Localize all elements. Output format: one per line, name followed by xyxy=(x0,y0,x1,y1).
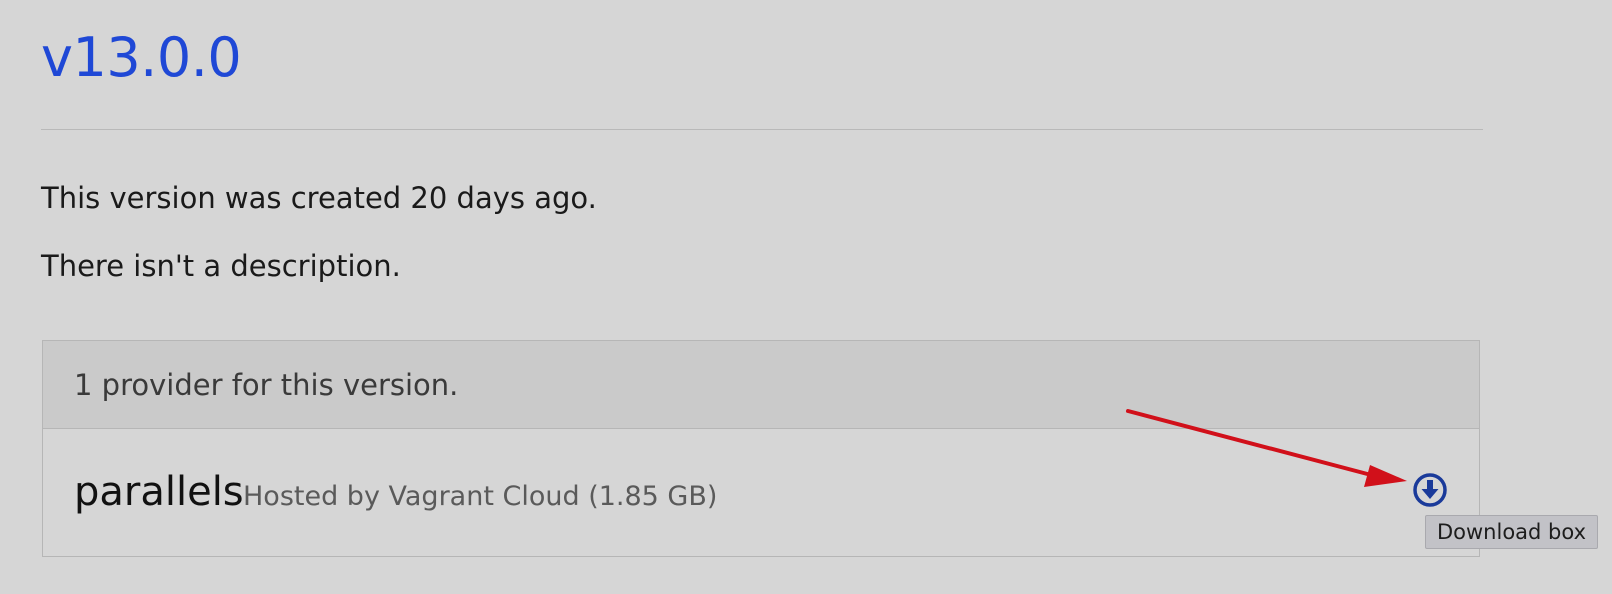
provider-row: parallels Hosted by Vagrant Cloud (1.85 … xyxy=(43,429,1479,556)
download-tooltip: Download box xyxy=(1425,515,1598,549)
version-created-text: This version was created 20 days ago. xyxy=(41,181,597,215)
provider-hosting-info: Hosted by Vagrant Cloud (1.85 GB) xyxy=(243,481,718,512)
providers-panel-heading: 1 provider for this version. xyxy=(43,341,1479,429)
providers-panel: 1 provider for this version. parallels H… xyxy=(42,340,1480,557)
provider-name: parallels xyxy=(74,469,244,515)
download-circle-icon xyxy=(1413,473,1447,507)
divider xyxy=(41,129,1483,130)
version-description-text: There isn't a description. xyxy=(41,249,401,283)
version-page: v13.0.0 This version was created 20 days… xyxy=(0,0,1612,594)
version-title-link[interactable]: v13.0.0 xyxy=(41,22,242,94)
download-box-button[interactable] xyxy=(1413,473,1447,507)
